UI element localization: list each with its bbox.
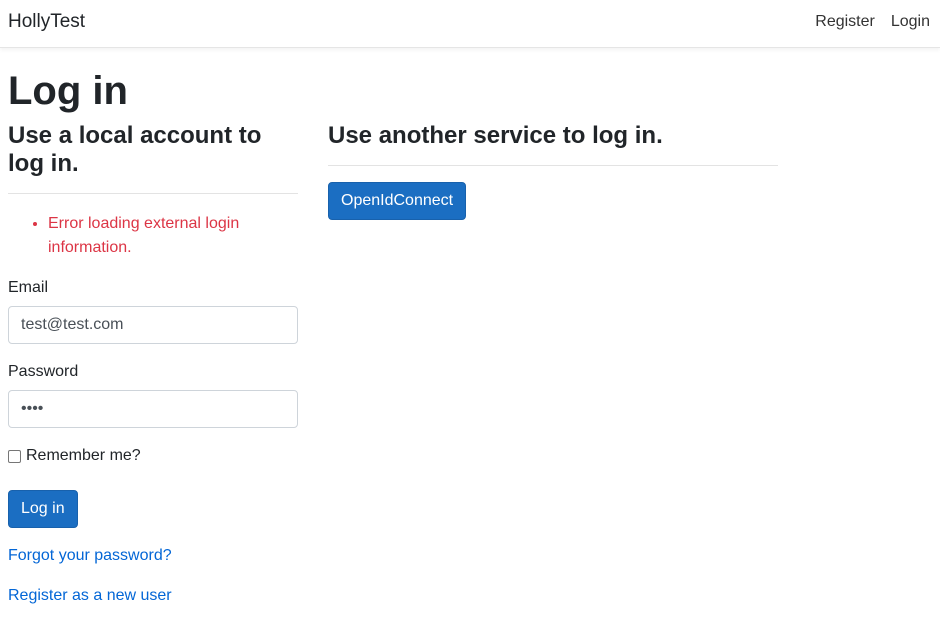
external-login-section: Use another service to log in. OpenIdCon… bbox=[328, 122, 778, 220]
navbar: HollyTest Register Login bbox=[0, 0, 940, 48]
register-new-user-link[interactable]: Register as a new user bbox=[8, 584, 298, 608]
local-login-section: Use a local account to log in. Error loa… bbox=[8, 122, 298, 608]
openidconnect-button[interactable]: OpenIdConnect bbox=[328, 182, 467, 220]
password-input[interactable] bbox=[8, 390, 298, 428]
local-login-heading: Use a local account to log in. bbox=[8, 122, 262, 177]
email-label: Email bbox=[8, 279, 49, 296]
nav-links: Register Login bbox=[815, 12, 930, 32]
divider bbox=[328, 165, 778, 166]
divider bbox=[8, 193, 298, 194]
external-login-heading: Use another service to log in. bbox=[328, 122, 663, 149]
validation-summary: Error loading external login information… bbox=[8, 211, 298, 260]
remember-me-row: Remember me? bbox=[8, 446, 298, 466]
password-label: Password bbox=[8, 363, 79, 380]
validation-error: Error loading external login information… bbox=[48, 211, 298, 260]
nav-login-link[interactable]: Login bbox=[891, 12, 930, 32]
remember-me-checkbox[interactable] bbox=[8, 449, 21, 463]
page-title: Log in bbox=[8, 69, 128, 113]
brand-link[interactable]: HollyTest bbox=[8, 10, 85, 34]
nav-register-link[interactable]: Register bbox=[815, 12, 875, 32]
forgot-password-link[interactable]: Forgot your password? bbox=[8, 544, 298, 568]
email-input[interactable] bbox=[8, 306, 298, 344]
remember-me-label[interactable]: Remember me? bbox=[26, 446, 141, 466]
login-button[interactable]: Log in bbox=[8, 490, 78, 528]
